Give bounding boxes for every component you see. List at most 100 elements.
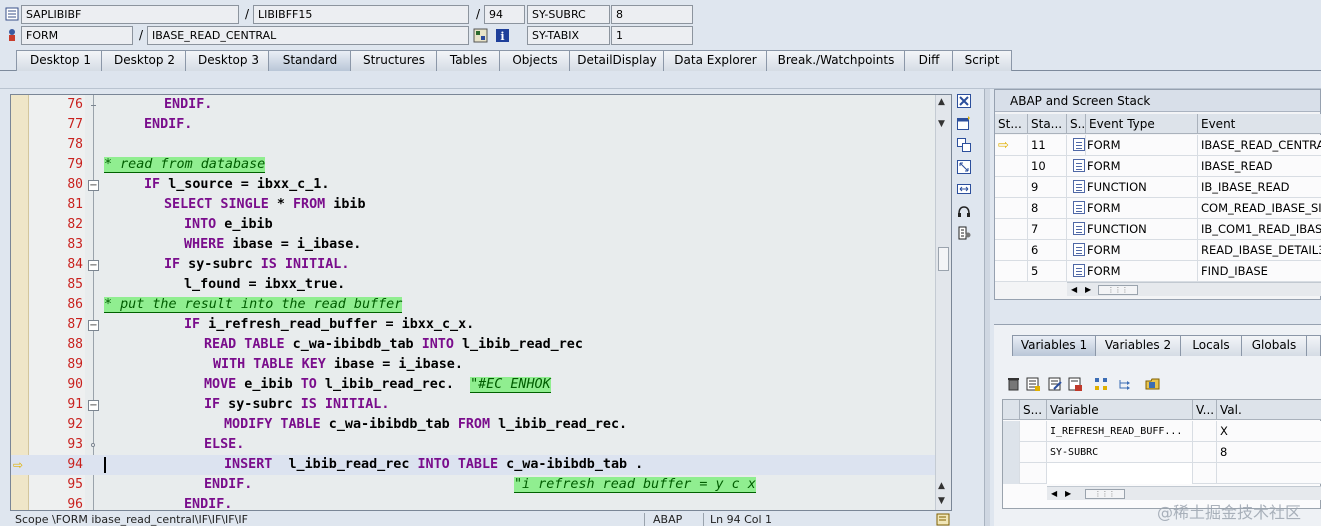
stack-row[interactable]: 9 FUNCTION IB_IBASE_READ [995, 177, 1321, 198]
col-header-status[interactable]: S... [1020, 400, 1047, 420]
replace-tool-icon[interactable] [955, 138, 973, 156]
close-icon[interactable] [955, 94, 973, 112]
navigate-icon[interactable] [472, 27, 488, 43]
variable-name-cell[interactable]: I_REFRESH_READ_BUFF... [1047, 421, 1193, 442]
stack-horizontal-scrollbar[interactable]: ◀ ▶ ⋮⋮⋮ [1067, 282, 1321, 296]
tab-variables-1[interactable]: Variables 1 [1012, 335, 1096, 356]
col-header-value[interactable]: Val. [1217, 400, 1321, 420]
keyword: INSERT [224, 457, 273, 472]
row-selector[interactable] [1003, 442, 1020, 463]
swap-icon[interactable] [955, 182, 973, 200]
tab-variables-2[interactable]: Variables 2 [1095, 335, 1181, 356]
variable-value-cell[interactable]: 8 [1217, 442, 1321, 463]
row-selector[interactable] [1003, 421, 1020, 442]
line-number: 87 [67, 317, 83, 332]
details-icon[interactable] [1024, 377, 1042, 395]
tab-break-watchpoints[interactable]: Break./Watchpoints [766, 50, 906, 71]
col-header-status[interactable]: St... [995, 114, 1028, 134]
scroll-down-arrow-icon[interactable]: ▼ [938, 496, 945, 506]
scroll-down-arrow-icon[interactable]: ▼ [938, 119, 945, 129]
tab-data-explorer[interactable]: Data Explorer [663, 50, 768, 71]
fold-toggle-icon[interactable]: − [88, 260, 99, 271]
scroll-up-arrow-icon[interactable]: ▲ [938, 481, 945, 491]
tab-script[interactable]: Script [952, 50, 1012, 71]
stack-row[interactable]: 5 FORM FIND_IBASE [995, 261, 1321, 282]
variable-name-cell[interactable] [1047, 463, 1193, 484]
maximize-icon[interactable] [955, 160, 973, 178]
col-header-variable[interactable]: Variable [1047, 400, 1193, 420]
stack-status-cell [995, 219, 1028, 240]
variables-horizontal-scrollbar[interactable]: ◀ ▶ ⋮⋮⋮ [1047, 486, 1321, 500]
tab-detail-display[interactable]: DetailDisplay [569, 50, 665, 71]
splitter[interactable] [984, 89, 990, 526]
stack-row[interactable]: 8 FORM COM_READ_IBASE_SINGLE [995, 198, 1321, 219]
variable-value-cell[interactable] [1217, 463, 1321, 484]
variable-row[interactable]: I_REFRESH_READ_BUFF... X [1003, 421, 1321, 442]
code-line: 76 ENDIF. [11, 95, 936, 115]
col-header-stack-level[interactable]: Sta... [1028, 114, 1067, 134]
scroll-left-arrow-icon[interactable]: ◀ [1071, 283, 1077, 296]
stack-status-cell: ⇨ [995, 135, 1028, 156]
tab-desktop-1[interactable]: Desktop 1 [16, 50, 105, 71]
tab-objects[interactable]: Objects [499, 50, 571, 71]
services-icon[interactable] [955, 204, 973, 222]
scroll-thumb[interactable]: ⋮⋮⋮ [1098, 285, 1138, 295]
stack-event-cell: COM_READ_IBASE_SINGLE [1201, 201, 1321, 215]
tab-desktop-3[interactable]: Desktop 3 [185, 50, 272, 71]
tree-icon[interactable] [1092, 377, 1110, 395]
fold-toggle-icon[interactable]: − [88, 180, 99, 191]
tab-structures[interactable]: Structures [350, 50, 438, 71]
tab-globals[interactable]: Globals [1241, 335, 1307, 356]
settings-icon[interactable] [955, 226, 973, 244]
include-field[interactable]: LIBIBFF15 [253, 5, 469, 24]
tab-diff[interactable]: Diff [904, 50, 954, 71]
tab-standard[interactable]: Standard [268, 50, 352, 71]
tab-more[interactable] [1306, 335, 1321, 356]
col-header-s[interactable] [1003, 400, 1020, 420]
tab-tables[interactable]: Tables [436, 50, 501, 71]
scroll-thumb[interactable] [938, 247, 949, 271]
new-tool-icon[interactable] [955, 116, 973, 134]
status-options-icon[interactable] [936, 513, 950, 526]
variable-row[interactable]: SY-SUBRC 8 [1003, 442, 1321, 463]
fold-toggle-icon[interactable]: − [88, 400, 99, 411]
change-icon[interactable] [1046, 377, 1064, 395]
identifier: c_wa-ibibdb_tab [320, 417, 458, 432]
col-header-event-type[interactable]: Event Type [1086, 114, 1198, 134]
editor-vertical-scrollbar[interactable]: ▲ ▼ ▲ ▼ [935, 95, 951, 510]
scroll-right-arrow-icon[interactable]: ▶ [1085, 283, 1091, 296]
stack-row[interactable]: 6 FORM READ_IBASE_DETAIL3 [995, 240, 1321, 261]
code-text: * read from database [104, 155, 266, 175]
row-selector[interactable] [1003, 463, 1020, 484]
stack-row[interactable]: ⇨ 11 FORM IBASE_READ_CENTRAL [995, 135, 1321, 156]
variable-value-cell[interactable]: X [1217, 421, 1321, 442]
fold-toggle-icon[interactable]: − [88, 320, 99, 331]
tab-desktop-2[interactable]: Desktop 2 [101, 50, 188, 71]
variable-name-cell[interactable]: SY-SUBRC [1047, 442, 1193, 463]
folder-icon[interactable] [1144, 377, 1162, 395]
variable-row[interactable] [1003, 463, 1321, 484]
col-header-s[interactable]: S... [1067, 114, 1086, 134]
save-variables-icon[interactable] [1066, 377, 1084, 395]
line-number-field[interactable]: 94 [484, 5, 525, 24]
tab-locals[interactable]: Locals [1180, 335, 1242, 356]
source-code-editor[interactable]: 76 ENDIF. 77 ENDIF. 78 79 * read from da… [10, 94, 952, 511]
stack-event-cell: IB_COM1_READ_IBASE [1201, 222, 1321, 236]
sy-tabix-label: SY-TABIX [527, 26, 610, 45]
code-text: ENDIF. [184, 495, 232, 510]
program-field[interactable]: SAPLIBIBF [21, 5, 239, 24]
delete-icon[interactable] [1004, 377, 1022, 395]
info-icon[interactable]: i [494, 27, 510, 43]
col-header-v[interactable]: V... [1193, 400, 1217, 420]
col-header-event[interactable]: Event [1198, 114, 1321, 134]
line-number: 86 [67, 297, 83, 312]
scroll-thumb[interactable]: ⋮⋮⋮ [1085, 489, 1125, 499]
hierarchy-icon[interactable] [1116, 377, 1134, 395]
code-line: 81 SELECT SINGLE * FROM ibib [11, 195, 936, 215]
scope-path: Scope \FORM ibase_read_central\IF\IF\IF\… [15, 513, 248, 526]
stack-row[interactable]: 10 FORM IBASE_READ [995, 156, 1321, 177]
scroll-left-arrow-icon[interactable]: ◀ [1051, 487, 1057, 500]
scroll-up-arrow-icon[interactable]: ▲ [938, 97, 945, 107]
scroll-right-arrow-icon[interactable]: ▶ [1065, 487, 1071, 500]
stack-row[interactable]: 7 FUNCTION IB_COM1_READ_IBASE [995, 219, 1321, 240]
